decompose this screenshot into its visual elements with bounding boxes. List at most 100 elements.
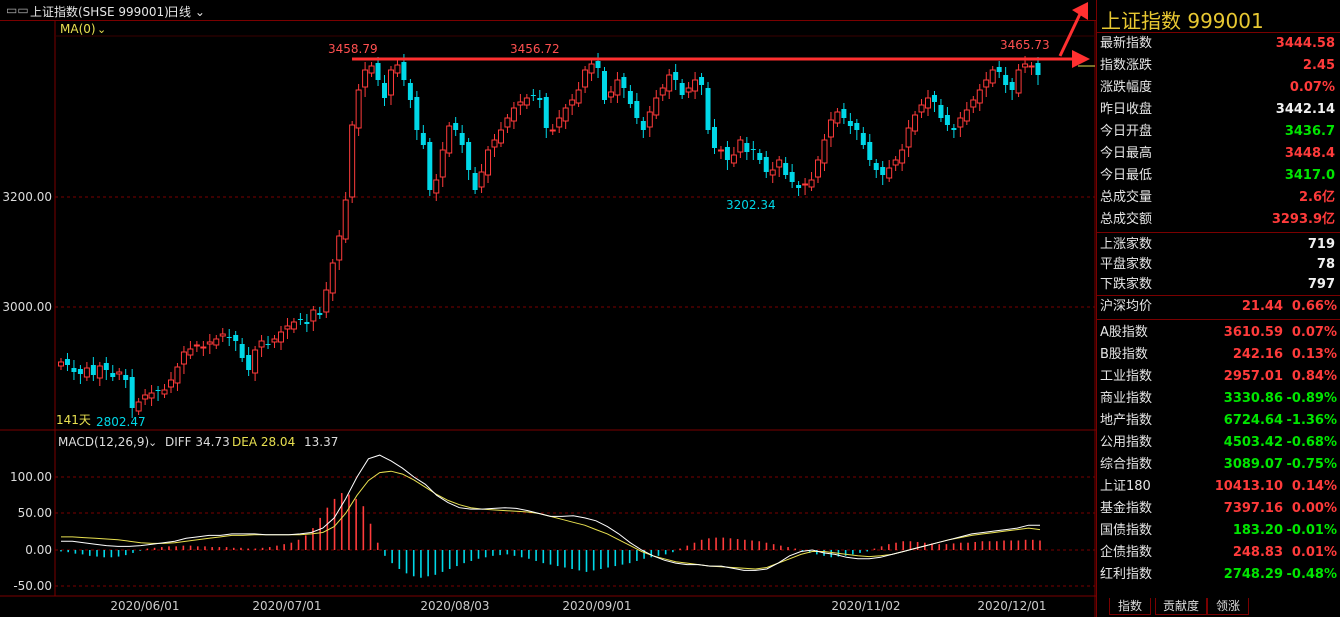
candle-up [517,101,524,106]
chart-area[interactable]: 3200.00 3000.00 100.00 50.00 0.00 -50.00 MA(0)… [0,0,1096,617]
quote-value: 3444.58 [1275,36,1335,51]
candle-up [478,171,485,188]
breadth-value: 797 [1307,277,1335,292]
candle-down [705,88,711,130]
candle-up [290,321,297,330]
candle-down [873,163,879,170]
candle-down [673,72,679,80]
candle-up [342,199,349,240]
quote-row: 指数涨跌 2.45 [1097,55,1340,77]
quote-label: 昨日收盘 [1100,102,1153,117]
tab-1[interactable]: 贡献度 [1155,598,1207,615]
index-value: 6724.64 [1223,413,1283,428]
candle-down [634,101,640,118]
macd-value: 13.37 [304,435,338,449]
quote-row: 总成交量 2.6亿 [1097,187,1340,209]
candle-down [297,319,303,320]
index-row[interactable]: 商业指数 3330.86 -0.89% [1097,388,1340,410]
index-label: 公用指数 [1100,435,1153,450]
breadth-value: 78 [1316,257,1335,272]
chevron-down-icon[interactable]: ⌄ [97,23,106,36]
quote-label: 总成交额 [1100,212,1153,227]
candle-down [427,142,433,190]
panel-title: 上证指数 999001 [1101,9,1264,33]
candle-down [783,163,789,175]
index-value: 2748.29 [1223,567,1283,582]
candle-down [841,109,847,118]
index-row[interactable]: B股指数 242.16 0.13% [1097,344,1340,366]
candle-up [368,65,375,74]
index-row[interactable]: 地产指数 6724.64 -1.36% [1097,410,1340,432]
candle-up [258,340,265,348]
quote-value: 3442.14 [1275,102,1335,117]
candle-up [925,97,932,109]
index-row[interactable]: 综合指数 3089.07 -0.75% [1097,454,1340,476]
candle-up [523,97,530,106]
candle-up [769,169,776,176]
candle-up [1015,69,1022,94]
index-row[interactable]: 工业指数 2957.01 0.84% [1097,366,1340,388]
index-value: 3089.07 [1223,457,1283,472]
candle-down [453,123,459,130]
candle-down [757,153,763,160]
candle-up [439,149,446,178]
candle-down [155,390,161,391]
macd-y-tick: 50.00 [18,506,52,520]
candle-down [407,83,413,100]
quote-value: 3417.0 [1284,168,1335,183]
index-row[interactable]: 国债指数 183.20 -0.01% [1097,520,1340,542]
candle-up [174,366,181,384]
candle-down [951,128,957,130]
y-tick-label: 3000.00 [2,300,52,314]
candle-down [601,71,607,100]
candle-down [265,344,271,345]
quote-row: 今日最高 3448.4 [1097,143,1340,165]
index-label: A股指数 [1100,325,1148,340]
candle-down [699,77,705,85]
candle-down [375,63,381,80]
candle-down [1009,82,1015,90]
candle-down [90,365,96,375]
quote-row: 涨跌幅度 0.07% [1097,77,1340,99]
index-label: 工业指数 [1100,369,1153,384]
candle-up [497,129,504,144]
index-pct: 0.13% [1291,347,1337,362]
index-pct: -0.89% [1286,391,1338,406]
breadth-row: 平盘家数 78 [1097,254,1340,276]
candle-up [213,338,220,346]
candle-up [336,235,343,261]
quote-row: 总成交额 3293.9亿 [1097,209,1340,231]
candle-down [595,61,601,68]
candle-up [886,167,893,179]
candle-down [64,359,70,365]
index-pct: 0.01% [1291,545,1337,560]
quote-label: 今日最低 [1100,168,1153,183]
candlestick-series [58,2,1090,418]
candle-down [382,83,388,98]
quote-value: 0.07% [1289,80,1335,95]
quote-label: 最新指数 [1100,36,1153,51]
candle-up [976,89,983,104]
tab-0[interactable]: 指数 [1109,598,1151,615]
index-row[interactable]: 企债指数 248.83 0.01% [1097,542,1340,564]
candle-down [724,147,730,160]
quote-value: 2.45 [1302,58,1335,73]
candle-up [582,69,589,88]
tab-2[interactable]: 领涨 [1207,598,1249,615]
panel-tabs: 指数 贡献度 领涨 [1097,596,1340,617]
index-row[interactable]: 红利指数 2748.29 -0.48% [1097,564,1340,586]
index-row[interactable]: 基金指数 7397.16 0.00% [1097,498,1340,520]
candle-up [685,87,692,93]
candle-up [284,325,291,330]
candle-down [459,133,465,145]
index-row[interactable]: 公用指数 4503.42 -0.68% [1097,432,1340,454]
index-row[interactable]: 上证180 10413.10 0.14% [1097,476,1340,498]
avg-value: 21.44 [1241,299,1283,314]
chevron-down-icon[interactable]: ⌄ [148,436,157,449]
candle-up [659,87,666,96]
index-row[interactable]: A股指数 3610.59 0.07% [1097,322,1340,344]
x-axis-date: 2020/07/01 [252,599,321,613]
candle-up [802,183,809,186]
candle-down [414,97,420,130]
candle-down [472,173,478,190]
